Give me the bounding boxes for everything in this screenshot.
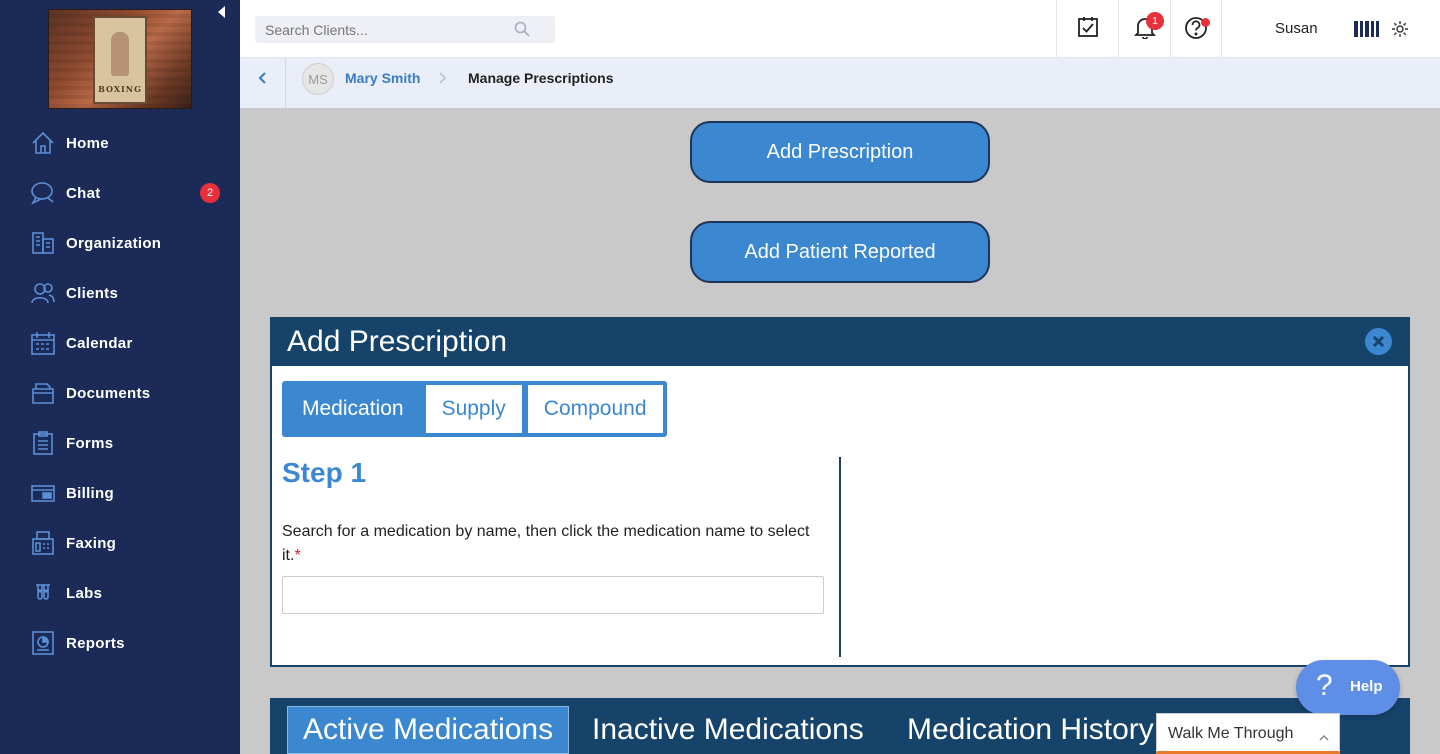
labs-icon bbox=[30, 580, 56, 606]
sidebar-item-label: Chat bbox=[66, 184, 101, 202]
sidebar-item-label: Home bbox=[66, 134, 109, 152]
help-label: Help bbox=[1350, 678, 1383, 695]
organization-icon bbox=[30, 230, 56, 256]
tab-compound[interactable]: Compound bbox=[527, 385, 663, 433]
breadcrumb-client-link[interactable]: Mary Smith bbox=[345, 70, 420, 86]
tab-supply[interactable]: Supply bbox=[425, 385, 522, 433]
sidebar-item-billing[interactable]: Billing bbox=[0, 468, 240, 518]
panel-header: Add Prescription bbox=[272, 319, 1408, 366]
step-description: Search for a medication by name, then cl… bbox=[282, 520, 832, 568]
sidebar-item-label: Faxing bbox=[66, 534, 117, 552]
sidebar-item-documents[interactable]: Documents bbox=[0, 368, 240, 418]
sidebar-item-label: Calendar bbox=[66, 334, 133, 352]
tasks-button[interactable] bbox=[1056, 0, 1118, 58]
help-question-icon: ? bbox=[1316, 669, 1333, 702]
sidebar-item-clients[interactable]: Clients bbox=[0, 268, 240, 318]
close-button[interactable] bbox=[1365, 328, 1392, 355]
sidebar-item-forms[interactable]: Forms bbox=[0, 418, 240, 468]
sidebar-item-label: Reports bbox=[66, 634, 125, 652]
sidebar-item-home[interactable]: Home bbox=[0, 118, 240, 168]
step-title: Step 1 bbox=[282, 457, 367, 488]
sidebar-item-label: Billing bbox=[66, 484, 114, 502]
add-prescription-panel: Add Prescription Medication Supply Compo… bbox=[270, 317, 1410, 667]
panel-divider bbox=[839, 457, 841, 657]
breadcrumb-current-page: Manage Prescriptions bbox=[468, 70, 614, 86]
home-icon bbox=[30, 130, 56, 156]
tab-medication-history[interactable]: Medication History bbox=[907, 706, 1154, 754]
search-icon[interactable] bbox=[514, 21, 530, 37]
help-widget-button[interactable]: ? Help bbox=[1296, 660, 1400, 715]
sidebar-item-labs[interactable]: Labs bbox=[0, 568, 240, 618]
walk-me-label: Walk Me Through bbox=[1168, 725, 1294, 742]
user-name[interactable]: Susan bbox=[1275, 20, 1318, 37]
barcode-icon[interactable] bbox=[1353, 18, 1381, 40]
medication-search-input[interactable] bbox=[282, 576, 824, 614]
notifications-button[interactable]: 1 bbox=[1118, 0, 1170, 58]
clients-icon bbox=[30, 280, 56, 306]
sidebar-item-organization[interactable]: Organization bbox=[0, 218, 240, 268]
notifications-count-badge: 1 bbox=[1146, 12, 1164, 30]
sidebar: BOXING Home Chat 2 Organization Clients … bbox=[0, 0, 240, 754]
sidebar-nav: Home Chat 2 Organization Clients Calenda… bbox=[0, 118, 240, 668]
panel-title: Add Prescription bbox=[287, 325, 508, 358]
prescription-type-tabs: Medication Supply Compound bbox=[282, 381, 667, 437]
chevron-up-icon bbox=[1319, 729, 1329, 741]
client-search-input[interactable] bbox=[255, 16, 555, 43]
chevron-right-icon bbox=[438, 71, 448, 85]
calendar-icon bbox=[30, 330, 56, 356]
documents-icon bbox=[30, 380, 56, 406]
help-alert-dot bbox=[1201, 18, 1210, 27]
step-description-text: Search for a medication by name, then cl… bbox=[282, 523, 810, 564]
sidebar-item-label: Documents bbox=[66, 384, 151, 402]
tasks-checklist-icon bbox=[1077, 16, 1099, 43]
back-chevron-icon[interactable] bbox=[256, 71, 270, 85]
faxing-icon bbox=[30, 530, 56, 556]
chat-icon bbox=[30, 180, 56, 206]
add-patient-reported-button[interactable]: Add Patient Reported bbox=[690, 221, 990, 283]
gear-icon[interactable] bbox=[1391, 20, 1409, 38]
tab-inactive-medications[interactable]: Inactive Medications bbox=[592, 706, 864, 754]
sidebar-item-faxing[interactable]: Faxing bbox=[0, 518, 240, 568]
sidebar-item-label: Organization bbox=[66, 234, 162, 252]
sidebar-item-label: Forms bbox=[66, 434, 114, 452]
required-marker: * bbox=[294, 547, 301, 564]
logo-text: BOXING bbox=[98, 84, 142, 94]
walk-me-through-button[interactable]: Walk Me Through bbox=[1156, 713, 1340, 754]
organization-logo: BOXING bbox=[48, 9, 192, 109]
reports-icon bbox=[30, 630, 56, 656]
collapse-sidebar-icon[interactable] bbox=[218, 6, 225, 18]
sidebar-item-label: Labs bbox=[66, 584, 103, 602]
sidebar-item-label: Clients bbox=[66, 284, 119, 302]
breadcrumb: MS Mary Smith Manage Prescriptions bbox=[240, 58, 1440, 108]
avatar: MS bbox=[302, 63, 334, 95]
tab-active-medications[interactable]: Active Medications bbox=[287, 706, 570, 754]
sidebar-item-reports[interactable]: Reports bbox=[0, 618, 240, 668]
top-bar: 1 Susan bbox=[240, 0, 1440, 58]
help-center-button[interactable] bbox=[1170, 0, 1222, 58]
add-prescription-button[interactable]: Add Prescription bbox=[690, 121, 990, 183]
forms-icon bbox=[30, 430, 56, 456]
close-icon bbox=[1372, 335, 1385, 348]
tab-medication[interactable]: Medication bbox=[286, 385, 420, 433]
sidebar-item-calendar[interactable]: Calendar bbox=[0, 318, 240, 368]
sidebar-item-chat[interactable]: Chat 2 bbox=[0, 168, 240, 218]
chat-unread-badge: 2 bbox=[200, 183, 220, 203]
breadcrumb-divider bbox=[285, 58, 286, 108]
billing-icon bbox=[30, 480, 56, 506]
